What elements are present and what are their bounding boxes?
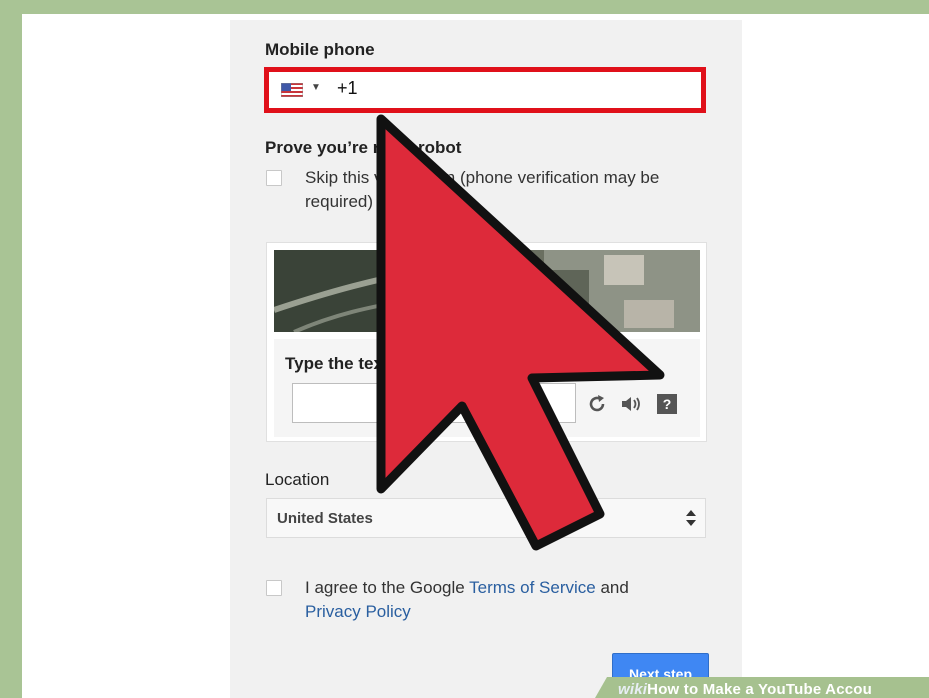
watermark-text: wikiHow to Make a YouTube Accou	[618, 681, 873, 698]
captcha-controls: Type the text: ?	[274, 339, 700, 437]
refresh-icon[interactable]	[586, 393, 608, 415]
captcha-text-input[interactable]	[292, 383, 576, 423]
agree-terms-checkbox[interactable]	[266, 580, 282, 596]
mobile-phone-label: Mobile phone	[265, 40, 375, 59]
question-icon[interactable]: ?	[657, 394, 677, 414]
captcha-prompt: Type the text:	[285, 354, 395, 373]
terms-of-service-link[interactable]: Terms of Service	[469, 578, 596, 597]
up-down-arrows-icon	[686, 510, 696, 526]
us-flag-icon[interactable]	[281, 83, 303, 97]
wikihow-logo: wiki	[618, 681, 648, 698]
location-value: United States	[277, 510, 373, 527]
captcha-box: Type the text: ?	[266, 242, 707, 442]
mobile-phone-input[interactable]: ▼ +1	[264, 67, 706, 113]
skip-verification-checkbox[interactable]	[266, 170, 282, 186]
location-select[interactable]: United States	[266, 498, 706, 538]
phone-value: +1	[337, 78, 358, 98]
svg-text:?: ?	[663, 396, 672, 412]
privacy-policy-link[interactable]: Privacy Policy	[305, 602, 411, 621]
skip-verification-text: Skip this verification (phone verificati…	[305, 168, 660, 211]
agree-terms-text: I agree to the Google Terms of Service a…	[305, 578, 629, 621]
location-label: Location	[265, 470, 330, 489]
robot-heading: Prove you’re not a robot	[265, 138, 462, 157]
speaker-icon[interactable]	[620, 395, 642, 413]
captcha-image	[274, 250, 700, 332]
caret-down-icon[interactable]: ▼	[311, 82, 321, 93]
